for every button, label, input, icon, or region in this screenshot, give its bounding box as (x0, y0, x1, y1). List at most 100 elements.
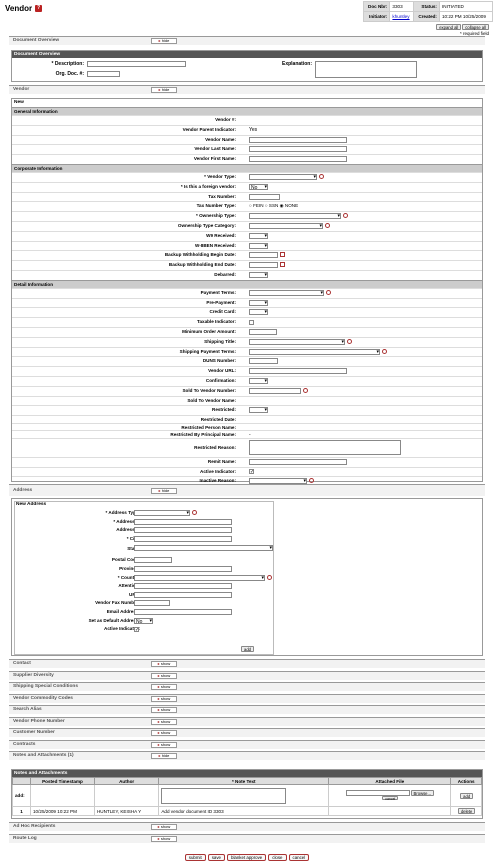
show-button[interactable]: show (151, 836, 177, 842)
calendar-icon[interactable] (280, 262, 285, 268)
vendor-type-select[interactable] (249, 173, 317, 180)
description-input[interactable] (87, 61, 186, 67)
prepayment-select[interactable] (249, 299, 268, 306)
postal-row: Postal Code: (12, 556, 482, 565)
backup-end-input[interactable] (249, 262, 278, 269)
hide-button[interactable]: hide (151, 87, 177, 93)
delete-note-button[interactable]: delete (457, 808, 476, 814)
show-button[interactable]: show (151, 824, 177, 830)
last-name-input[interactable] (249, 146, 347, 153)
w8-select[interactable] (249, 242, 268, 249)
sold-to-nbr-input[interactable] (249, 387, 301, 394)
show-button[interactable]: show (151, 741, 177, 748)
ownership-type-select[interactable] (249, 213, 341, 220)
lookup-icon[interactable] (309, 478, 314, 484)
help-icon[interactable]: ? (35, 5, 43, 13)
min-order-input[interactable] (249, 328, 277, 335)
last-name-row: Vendor Last Name: (12, 144, 482, 154)
addr1-input[interactable] (134, 518, 232, 525)
browse-button[interactable]: Browse... (410, 790, 435, 796)
expand-all-button[interactable]: expand all (436, 24, 462, 30)
hide-button[interactable]: hide (151, 488, 177, 494)
vendor-url-input[interactable] (249, 368, 347, 375)
first-name-input[interactable] (249, 156, 347, 163)
save-button[interactable]: save (207, 854, 225, 861)
shipping-title-label: Shipping Title: (204, 338, 236, 344)
hide-button[interactable]: hide (151, 753, 177, 759)
fax-input[interactable] (134, 600, 170, 607)
explanation-textarea[interactable] (315, 61, 417, 78)
restricted-by-row: Restricted By Principal Name: - (12, 430, 482, 438)
show-button[interactable]: show (151, 707, 177, 713)
default-select[interactable]: No (134, 617, 153, 625)
lookup-icon[interactable] (343, 213, 348, 219)
tab-label: Contracts (13, 741, 36, 747)
ownership-cat-select[interactable] (249, 222, 323, 229)
hide-button[interactable]: hide (151, 38, 177, 44)
credit-card-select[interactable] (249, 309, 268, 316)
lookup-icon[interactable] (267, 574, 272, 580)
shipping-payment-select[interactable] (249, 348, 380, 355)
lookup-icon[interactable] (326, 289, 331, 295)
city-input[interactable] (134, 535, 232, 542)
show-button[interactable]: show (151, 672, 177, 679)
submit-button[interactable]: submit (184, 854, 206, 861)
duns-input[interactable] (249, 358, 278, 365)
vendor-name-input[interactable] (249, 136, 347, 143)
lookup-icon[interactable] (382, 348, 387, 354)
province-input[interactable] (134, 565, 232, 572)
restricted-select[interactable] (249, 407, 268, 414)
show-button[interactable]: show (151, 661, 177, 667)
tab-label: Supplier Diversity (13, 672, 54, 678)
debarred-select[interactable] (249, 271, 268, 278)
restricted-reason-textarea[interactable] (249, 439, 401, 455)
state-select[interactable] (134, 545, 273, 552)
active-checkbox[interactable]: ✓ (249, 469, 254, 475)
collapse-all-button[interactable]: collapse all (462, 24, 489, 30)
add-note-button[interactable]: add (460, 792, 474, 799)
addr-type-select[interactable] (134, 510, 190, 516)
show-button[interactable]: show (151, 730, 177, 736)
attention-input[interactable] (134, 583, 232, 590)
close-button[interactable]: close (268, 854, 287, 861)
show-button[interactable]: show (151, 695, 177, 702)
lookup-icon[interactable] (347, 338, 352, 344)
confirmation-select[interactable] (249, 377, 268, 384)
tab-label: Vendor Phone Number (13, 718, 65, 724)
cancel-button[interactable]: cancel (288, 854, 310, 861)
inactive-reason-label: Inactive Reason: (199, 478, 236, 484)
postal-input[interactable] (134, 557, 172, 564)
note-text-input[interactable] (161, 787, 287, 804)
w9-select[interactable] (249, 232, 268, 239)
remit-name-input[interactable] (249, 458, 347, 465)
lookup-icon[interactable] (319, 173, 324, 179)
initiator-link[interactable]: khuntley (389, 11, 415, 22)
email-input[interactable] (134, 608, 232, 615)
tax-number-input[interactable] (249, 193, 280, 200)
shipping-title-select[interactable] (249, 338, 345, 345)
show-button[interactable]: show (151, 684, 177, 690)
foreign-label: * Is this a foreign vendor: (180, 183, 236, 189)
lookup-icon[interactable] (303, 387, 308, 393)
blanket-approve-button[interactable]: blanket approve (227, 854, 267, 861)
shipping-title-row: Shipping Title: (12, 336, 482, 347)
restricted-date-label: Restricted Date: (200, 417, 236, 423)
addr2-input[interactable] (134, 527, 232, 534)
org-doc-input[interactable] (87, 71, 120, 77)
country-select[interactable] (134, 574, 265, 581)
add-address-button[interactable]: add (241, 646, 254, 652)
payment-terms-select[interactable] (249, 289, 324, 296)
prepayment-row: Pre-Payment: (12, 297, 482, 308)
show-button[interactable]: show (151, 718, 177, 725)
foreign-select[interactable]: No (249, 183, 268, 191)
file-input[interactable] (345, 790, 410, 796)
cancel-file-button[interactable]: cancel (382, 796, 399, 801)
url-input[interactable] (134, 591, 232, 598)
lookup-icon[interactable] (192, 510, 197, 515)
addr-active-checkbox[interactable]: ✓ (134, 626, 139, 632)
backup-begin-input[interactable] (249, 252, 278, 259)
ownership-type-row: * Ownership Type: (12, 211, 482, 221)
taxable-checkbox[interactable] (249, 319, 254, 325)
calendar-icon[interactable] (280, 252, 285, 258)
lookup-icon[interactable] (325, 222, 330, 228)
